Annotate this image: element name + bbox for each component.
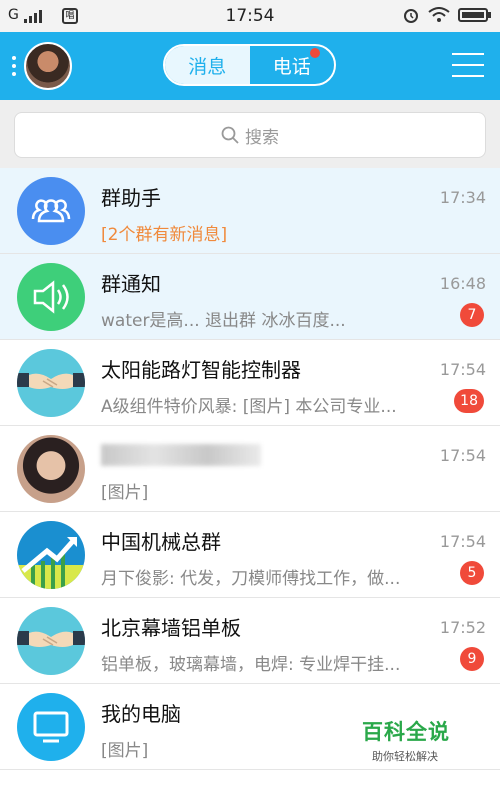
computer-icon: [17, 693, 85, 761]
top-bar: 消息 电话: [0, 32, 500, 100]
wifi-icon: [428, 7, 450, 22]
unread-badge: 18: [454, 389, 484, 413]
handshake-icon: [17, 607, 85, 675]
conversation-list: 群助手 [2个群有新消息] 17:34 群通知 water是高... 退出群 冰…: [0, 168, 500, 770]
conversation-name: 我的电脑: [101, 702, 181, 726]
battery-icon: [458, 8, 491, 22]
conversation-row[interactable]: [图片] 17:54: [0, 426, 500, 512]
conversation-preview: [图片]: [101, 483, 149, 503]
watermark: 百科全说 助你轻松解决: [362, 716, 492, 764]
group-helper-icon: [17, 177, 85, 245]
calls-unread-dot: [310, 48, 320, 58]
profile-avatar[interactable]: [24, 42, 72, 90]
conversation-row[interactable]: 太阳能路灯智能控制器 A级组件特价风暴: [图片] 本公司专业... 17:54…: [0, 340, 500, 426]
menu-icon[interactable]: [452, 53, 484, 79]
blurred-name: [101, 444, 261, 466]
conversation-time: 17:34: [439, 188, 486, 207]
user-photo: [17, 435, 85, 503]
conversation-time: 16:48: [439, 274, 486, 293]
conversation-time: 17:54: [439, 360, 486, 379]
conversation-row[interactable]: 群通知 water是高... 退出群 冰冰百度... 16:48 7: [0, 254, 500, 340]
conversation-preview: [图片]: [101, 741, 149, 761]
watermark-title: 百科全说: [362, 720, 450, 744]
watermark-subtitle: 助你轻松解决: [372, 750, 438, 763]
status-bar: G 唱 17:54: [0, 0, 500, 32]
search-icon: [221, 126, 239, 144]
search-placeholder: 搜索: [245, 127, 279, 148]
tab-messages[interactable]: 消息: [165, 46, 250, 84]
tab-calls[interactable]: 电话: [250, 46, 335, 84]
conversation-name: 太阳能路灯智能控制器: [101, 358, 301, 382]
conversation-time: 17:54: [439, 446, 486, 465]
conversation-row[interactable]: 群助手 [2个群有新消息] 17:34: [0, 168, 500, 254]
alarm-icon: [404, 9, 418, 23]
conversation-name: 中国机械总群: [101, 530, 221, 554]
conversation-time: 17:52: [439, 618, 486, 637]
conversation-name: 群助手: [101, 186, 161, 210]
unread-badge: 9: [460, 647, 484, 671]
conversation-preview: A级组件特价风暴: [图片] 本公司专业...: [101, 397, 397, 417]
conversation-time: 17:54: [439, 532, 486, 551]
conversation-row[interactable]: 北京幕墙铝单板 铝单板，玻璃幕墙，电焊: 专业焊干挂... 17:52 9: [0, 598, 500, 684]
conversation-row[interactable]: 中国机械总群 月下俊影: 代发，刀模师傅找工作，做... 17:54 5: [0, 512, 500, 598]
more-dots-icon[interactable]: [12, 56, 16, 78]
unread-badge: 5: [460, 561, 484, 585]
conversation-name: 北京幕墙铝单板: [101, 616, 241, 640]
unread-badge: 7: [460, 303, 484, 327]
search-input[interactable]: 搜索: [14, 112, 486, 158]
conversation-preview: water是高... 退出群 冰冰百度...: [101, 311, 346, 331]
conversation-preview: 月下俊影: 代发，刀模师傅找工作，做...: [101, 569, 401, 589]
conversation-preview: 铝单板，玻璃幕墙，电焊: 专业焊干挂...: [101, 655, 401, 675]
handshake-icon: [17, 349, 85, 417]
growth-chart-icon: [17, 521, 85, 589]
speaker-icon: [17, 263, 85, 331]
search-area: 搜索: [0, 100, 500, 168]
conversation-preview: [2个群有新消息]: [101, 225, 228, 245]
conversation-name: 群通知: [101, 272, 161, 296]
